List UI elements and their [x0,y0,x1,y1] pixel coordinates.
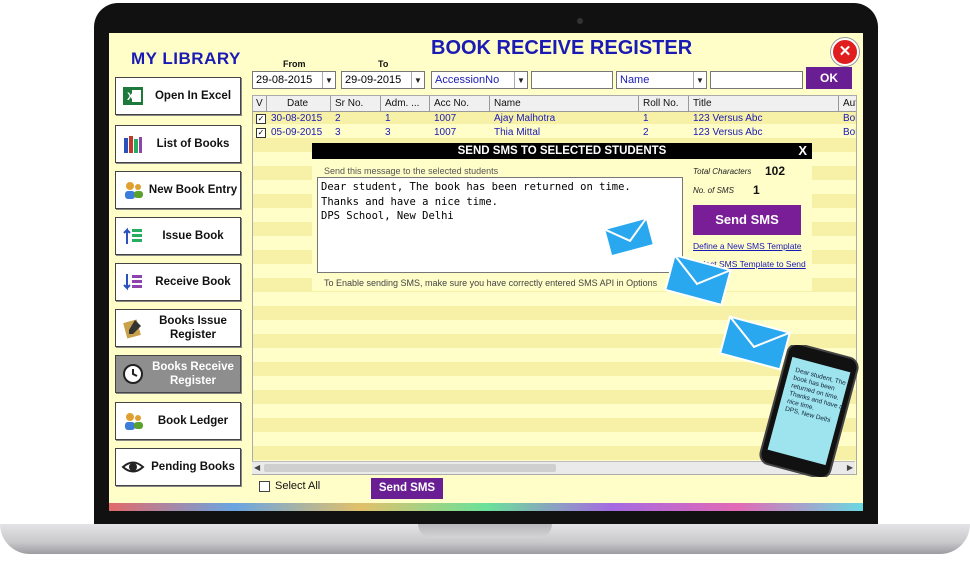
select-all-checkbox[interactable]: Select All [259,480,320,492]
sidebar-item-label: Issue Book [162,230,224,242]
num-sms-label: No. of SMS [693,186,734,195]
excel-icon: X [120,83,146,109]
sms-dialog-close-button[interactable]: X [798,143,807,159]
scrollbar-thumb[interactable] [264,464,556,472]
cell-title: 123 Versus Abc [693,113,763,124]
sidebar-item-label: New Book Entry [148,184,238,196]
cell-adm: 3 [385,127,391,138]
table-row[interactable]: ✓ 30-08-2015 2 1 1007 Ajay Malhotra 1 12… [253,112,856,126]
sidebar-item-receive-book[interactable]: Receive Book [115,263,241,301]
clock-icon [120,361,146,387]
page-title: BOOK RECEIVE REGISTER [431,37,693,59]
cell-acc: 1007 [434,127,457,138]
column-header[interactable]: Date [267,96,331,111]
cell-adm: 1 [385,113,391,124]
search-field-select-1[interactable]: AccessionNo ▼ [431,71,528,89]
svg-text:X: X [127,91,135,103]
cell-roll: 2 [643,127,649,138]
eye-icon [120,454,146,480]
brand-title: MY LIBRARY [131,49,241,68]
ledger-icon [120,408,146,434]
dropdown-arrow-icon[interactable]: ▼ [411,72,424,88]
envelope-icon [664,253,732,307]
scroll-left-icon[interactable]: ◀ [254,462,260,474]
cell-sr: 3 [335,127,341,138]
close-button[interactable]: ✕ [831,38,859,66]
sidebar-item-book-ledger[interactable]: Book Ledger [115,402,241,440]
dialog-send-sms-button[interactable]: Send SMS [693,205,801,235]
envelope-icon [603,216,655,258]
sidebar-item-issue-book[interactable]: Issue Book [115,217,241,255]
total-characters-value: 102 [765,164,786,178]
column-header[interactable]: Adm. ... [381,96,430,111]
define-template-link[interactable]: Define a New SMS Template [693,241,802,251]
wallpaper-strip [109,503,863,511]
cell-acc: 1007 [434,113,457,124]
to-label: To [378,59,389,69]
total-characters-label: Total Characters [693,167,752,176]
cell-title: 123 Versus Abc [693,127,763,138]
register-icon [120,315,146,341]
search-field-select-2[interactable]: Name ▼ [616,71,707,89]
column-header[interactable]: Sr No. [331,96,381,111]
cell-roll: 1 [643,113,649,124]
sidebar-item-books-issue-register[interactable]: Books Issue Register [115,309,241,347]
from-label: From [283,59,306,69]
issue-icon [120,223,146,249]
column-header[interactable]: Aut [839,96,856,111]
receive-icon [120,269,146,295]
cell-date: 30-08-2015 [271,113,323,124]
cell-name: Thia Mittal [494,127,541,138]
sidebar-item-label: Books Issue Register [159,315,227,341]
column-header[interactable]: V [253,96,267,111]
search-input-1[interactable] [531,71,613,89]
dropdown-arrow-icon[interactable]: ▼ [514,72,527,88]
cell-name: Ajay Malhotra [494,113,556,124]
column-header[interactable]: Roll No. [639,96,689,111]
sidebar-item-label: Book Ledger [157,415,229,427]
dropdown-arrow-icon[interactable]: ▼ [693,72,706,88]
laptop-base-notch [418,524,552,538]
cell-author: Bol [843,127,857,138]
ok-button[interactable]: OK [806,67,852,89]
table-header: V Date Sr No. Adm. ... Acc No. Name Roll… [253,96,856,112]
camera [577,18,583,24]
search-input-2[interactable] [710,71,803,89]
dropdown-arrow-icon[interactable]: ▼ [322,72,335,88]
send-sms-button[interactable]: Send SMS [371,478,443,499]
sidebar-item-label: Books Receive Register [152,361,234,387]
sms-api-note: To Enable sending SMS, make sure you hav… [324,278,658,288]
sidebar-item-label: Open In Excel [154,90,232,102]
to-date-picker[interactable]: 29-09-2015 ▼ [341,71,425,89]
column-header[interactable]: Name [490,96,639,111]
row-checkbox[interactable]: ✓ [256,114,266,124]
sidebar-item-label: List of Books [156,138,230,150]
phone-illustration: Dear student, The book has been returned… [757,345,861,477]
sidebar-item-label: Receive Book [155,276,231,288]
cell-date: 05-09-2015 [271,127,323,138]
sms-dialog-header: SEND SMS TO SELECTED STUDENTS X [312,143,812,159]
sidebar-item-new-book-entry[interactable]: New Book Entry [115,171,241,209]
app-window: MY LIBRARY BOOK RECEIVE REGISTER ✕ X Ope… [109,33,863,503]
sidebar-item-books-receive-register[interactable]: Books Receive Register [115,355,241,393]
from-date-picker[interactable]: 29-08-2015 ▼ [252,71,336,89]
cell-author: Bol [843,113,857,124]
column-header[interactable]: Acc No. [430,96,490,111]
checkbox-icon[interactable] [259,480,270,492]
column-header[interactable]: Title [689,96,839,111]
open-in-excel-button[interactable]: X Open In Excel [115,77,241,115]
cell-sr: 2 [335,113,341,124]
sidebar-item-list-of-books[interactable]: List of Books [115,125,241,163]
sidebar-item-pending-books[interactable]: Pending Books [115,448,241,486]
sidebar-item-label: Pending Books [151,461,235,473]
users-icon [120,177,146,203]
row-checkbox[interactable]: ✓ [256,128,266,138]
sms-dialog: Send this message to the selected studen… [312,159,812,291]
num-sms-value: 1 [753,183,760,197]
books-icon [120,131,146,157]
sms-caption: Send this message to the selected studen… [324,166,499,176]
table-row[interactable]: ✓ 05-09-2015 3 3 1007 Thia Mittal 2 123 … [253,126,856,140]
